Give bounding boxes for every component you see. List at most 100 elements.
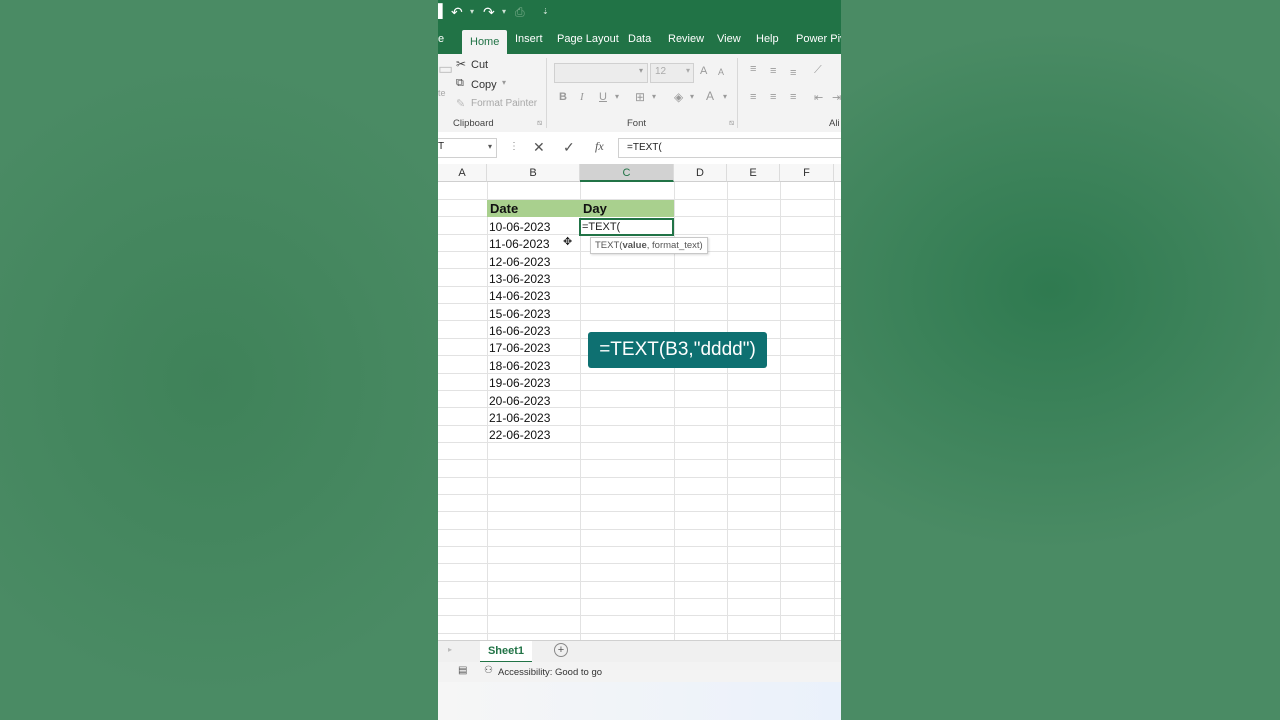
column-header-d[interactable]: D xyxy=(674,164,727,182)
font-size-dropdown-icon: ▾ xyxy=(685,66,690,75)
formula-bar: T ▾ ⋮ ✕ ✓ fx =TEXT( xyxy=(438,132,841,165)
grow-font-icon[interactable]: A xyxy=(700,65,707,77)
clipboard-launcher-icon[interactable]: ⧅ xyxy=(537,118,542,128)
column-header-g[interactable] xyxy=(834,164,841,182)
enter-icon[interactable]: ✓ xyxy=(563,139,575,156)
shrink-font-icon[interactable]: A xyxy=(718,67,724,77)
font-launcher-icon[interactable]: ⧅ xyxy=(729,118,734,128)
sheet-scroll-icon[interactable]: ▸ xyxy=(448,645,452,654)
date-cell[interactable]: 18-06-2023 xyxy=(489,358,550,375)
undo-dropdown-icon[interactable]: ▾ xyxy=(470,7,474,16)
active-cell-c3[interactable]: =TEXT( xyxy=(579,218,674,236)
macro-record-icon[interactable]: ▤ xyxy=(458,665,467,676)
worksheet-grid[interactable]: A B C D E F Date Day 10-06-2023 11-06-202… xyxy=(438,164,841,640)
underline-button[interactable]: U xyxy=(599,91,607,103)
cut-button[interactable]: Cut xyxy=(471,59,488,71)
date-cell[interactable]: 21-06-2023 xyxy=(489,410,550,427)
borders-icon[interactable]: ⊞ xyxy=(635,90,645,104)
copy-dropdown-icon[interactable]: ▾ xyxy=(502,78,506,87)
decrease-indent-icon[interactable]: ⇤ xyxy=(814,91,823,104)
column-header-c[interactable]: C xyxy=(580,164,674,182)
save-icon-partial[interactable]: ▌ xyxy=(438,3,447,18)
align-bottom-icon[interactable]: ≡ xyxy=(790,67,796,79)
name-box[interactable]: T ▾ xyxy=(438,138,497,158)
sheet-tab-sheet1[interactable]: Sheet1 xyxy=(480,641,532,663)
tab-file[interactable]: e xyxy=(438,33,444,45)
italic-button[interactable]: I xyxy=(580,91,584,103)
font-name-dropdown-icon[interactable]: ▾ xyxy=(639,66,643,75)
accessibility-status[interactable]: Accessibility: Good to go xyxy=(498,667,602,678)
cancel-icon[interactable]: ✕ xyxy=(533,139,545,156)
grid-column-line xyxy=(580,182,581,640)
format-painter-button[interactable]: Format Painter xyxy=(471,98,537,109)
paste-icon[interactable]: ▭ xyxy=(438,59,453,79)
grid-column-line xyxy=(780,182,781,640)
cell-cursor-icon: ✥ xyxy=(563,236,573,248)
date-cell[interactable]: 17-06-2023 xyxy=(489,340,550,357)
more-options-icon[interactable]: ⋮ xyxy=(509,141,519,152)
date-cell[interactable]: 12-06-2023 xyxy=(489,254,550,271)
ribbon: ▭ te ✂ Cut ⧉ Copy ▾ ✎ Format Painter Cli… xyxy=(438,54,841,133)
date-cell[interactable]: 13-06-2023 xyxy=(489,271,550,288)
tab-insert[interactable]: Insert xyxy=(515,33,543,45)
insert-function-icon[interactable]: fx xyxy=(595,139,604,154)
tab-help[interactable]: Help xyxy=(756,33,779,45)
date-cell[interactable]: 20-06-2023 xyxy=(489,393,550,410)
ribbon-tabs: e Home Insert Page Layout Data Review Vi… xyxy=(438,27,841,54)
align-top-icon[interactable]: ≡ xyxy=(750,63,756,75)
formula-text: =TEXT( xyxy=(627,142,662,153)
copy-button[interactable]: Copy xyxy=(471,79,497,91)
cut-icon: ✂ xyxy=(456,57,467,71)
borders-dropdown-icon[interactable]: ▾ xyxy=(652,92,656,101)
date-cell[interactable]: 16-06-2023 xyxy=(489,323,550,340)
tab-home[interactable]: Home xyxy=(462,30,508,54)
date-cell[interactable]: 15-06-2023 xyxy=(489,306,550,323)
redo-icon[interactable]: ↷ xyxy=(483,4,495,21)
tooltip-rest[interactable]: , format_text) xyxy=(647,240,703,251)
orientation-icon[interactable]: ⟋ xyxy=(814,64,822,77)
tab-data[interactable]: Data xyxy=(628,33,651,45)
font-size-select[interactable]: 12 ▾ xyxy=(650,63,694,83)
date-cell[interactable]: 22-06-2023 xyxy=(489,427,550,444)
undo-icon[interactable]: ↶ xyxy=(451,4,463,21)
underline-dropdown-icon[interactable]: ▾ xyxy=(615,92,619,101)
font-color-icon[interactable]: A xyxy=(706,89,714,103)
grid-column-line xyxy=(834,182,835,640)
redo-dropdown-icon[interactable]: ▾ xyxy=(502,7,506,16)
font-color-dropdown-icon[interactable]: ▾ xyxy=(723,92,727,101)
date-cell[interactable]: 10-06-2023 xyxy=(489,219,550,236)
date-cell[interactable]: 19-06-2023 xyxy=(489,375,550,392)
header-cell-day[interactable]: Day xyxy=(580,200,674,217)
customize-qat-icon[interactable]: ⇣ xyxy=(542,7,549,16)
column-header-e[interactable]: E xyxy=(727,164,780,182)
align-left-icon[interactable]: ≡ xyxy=(750,91,756,103)
tooltip-function: TEXT( xyxy=(595,240,623,251)
date-cell[interactable]: 11-06-2023 xyxy=(489,236,550,253)
date-cell[interactable]: 14-06-2023 xyxy=(489,288,550,305)
bold-button[interactable]: B xyxy=(559,91,567,103)
formula-input[interactable]: =TEXT( xyxy=(618,138,841,158)
align-center-icon[interactable]: ≡ xyxy=(770,91,776,103)
column-header-a[interactable]: A xyxy=(438,164,487,182)
column-header-b[interactable]: B xyxy=(487,164,580,182)
font-group-label: Font xyxy=(627,118,647,129)
group-separator xyxy=(546,58,547,128)
align-middle-icon[interactable]: ≡ xyxy=(770,65,776,77)
increase-indent-icon[interactable]: ⇥ xyxy=(832,91,841,104)
fill-color-icon[interactable]: ◈ xyxy=(674,90,683,104)
function-tooltip[interactable]: TEXT(value, format_text) xyxy=(590,237,708,254)
header-cell-date[interactable]: Date xyxy=(487,200,580,217)
tooltip-arg-value[interactable]: value xyxy=(622,240,646,251)
fill-dropdown-icon[interactable]: ▾ xyxy=(690,92,694,101)
excel-window: ▌ ↶ ▾ ↷ ▾ ⎙ ⇣ e Home Insert Page Layout … xyxy=(438,0,841,720)
tab-page-layout[interactable]: Page Layout xyxy=(557,33,619,45)
tab-power-pivot[interactable]: Power Pivo xyxy=(796,33,841,45)
add-sheet-icon[interactable]: + xyxy=(554,643,568,657)
paste-label[interactable]: te xyxy=(438,88,446,98)
print-preview-icon[interactable]: ⎙ xyxy=(515,5,525,20)
align-right-icon[interactable]: ≡ xyxy=(790,91,796,103)
tab-view[interactable]: View xyxy=(717,33,741,45)
column-header-f[interactable]: F xyxy=(780,164,834,182)
font-name-select[interactable] xyxy=(554,63,648,83)
tab-review[interactable]: Review xyxy=(668,33,704,45)
